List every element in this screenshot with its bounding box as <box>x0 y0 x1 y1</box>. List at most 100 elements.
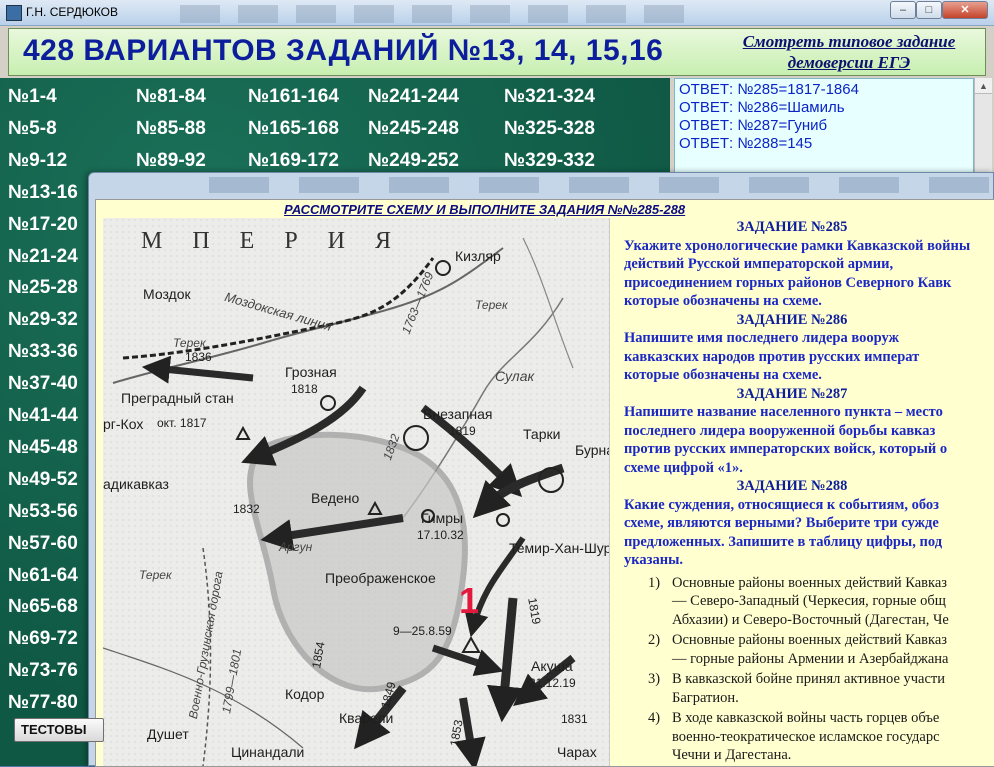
map-label-year-1836: 1836 <box>185 350 212 364</box>
variant-link[interactable]: №17-20 <box>8 214 78 236</box>
map-label-year-1819a: 1819 <box>449 424 476 438</box>
answer-option-line: Основные районы военных действий Кавказ 2… <box>648 632 947 648</box>
task-287-line: последнего лидера вооруженной борьбы кав… <box>624 422 936 439</box>
task-288-line: предложенных. Запишите в таблицу цифры, … <box>624 533 943 550</box>
map-label-okt1817: окт. 1817 <box>157 416 207 430</box>
answer-option-line: Чечни и Дагестана. <box>672 747 792 763</box>
map-label-temir: Темир-Хан-Шура <box>509 540 610 556</box>
map-label-argun: Аргун <box>279 540 313 554</box>
variant-link[interactable]: №49-52 <box>8 469 78 491</box>
answer-option-line: В ходе кавказской войны часть горцев объ… <box>648 710 940 726</box>
variant-link[interactable]: №57-60 <box>8 533 78 555</box>
scroll-up-arrow-icon[interactable]: ▲ <box>975 78 992 94</box>
background-toolbar-ghost <box>180 5 700 23</box>
map-label-vladikavkaz: адикавказ <box>103 476 169 492</box>
map-label-charakh: Чарах <box>557 744 597 760</box>
window-titlebar[interactable]: Г.Н. СЕРДЮКОВ – □ ✕ <box>0 0 994 26</box>
map-label-burnaya: Бурная <box>575 442 609 458</box>
map-label-terek-b: Терек <box>173 336 206 350</box>
section-heading: РАССМОТРИТЕ СХЕМУ И ВЫПОЛНИТЕ ЗАДАНИЯ №№… <box>284 202 686 217</box>
variant-link[interactable]: №33-36 <box>8 341 78 363</box>
answer-option-line: В кавказской бойне принял активное участ… <box>648 671 946 687</box>
map-label-preobrazh: Преображенское <box>325 570 436 586</box>
app-icon <box>6 5 22 21</box>
variant-link[interactable]: №73-76 <box>8 660 78 682</box>
variant-link[interactable]: №245-248 <box>368 118 459 140</box>
variant-link[interactable]: №81-84 <box>136 86 206 108</box>
variant-link[interactable]: №25-28 <box>8 277 78 299</box>
map-label-kodor: Кодор <box>285 686 325 702</box>
map-label-date-gunib: 9—25.8.59 <box>393 624 452 638</box>
variant-link[interactable]: №329-332 <box>504 150 595 172</box>
variant-link[interactable]: №61-64 <box>8 565 78 587</box>
map-label-pregradny: Преградный стан <box>121 390 234 406</box>
page-title: 428 ВАРИАНТОВ ЗАДАНИЙ №13, 14, 15,16 <box>23 34 664 67</box>
map-label-imperia: М П Е Р И Я <box>141 228 404 254</box>
maximize-icon[interactable]: □ <box>916 1 942 19</box>
answer-option-line: — горные районы Армении и Азербайджана <box>672 650 949 667</box>
variant-link[interactable]: №165-168 <box>248 118 339 140</box>
map-label-year-1832b: 1832 <box>233 502 260 516</box>
map-label-terek-c: Терек <box>139 568 172 582</box>
variant-link[interactable]: №249-252 <box>368 150 459 172</box>
variant-link[interactable]: №241-244 <box>368 86 459 108</box>
task-286-line: кавказских народов против русских импера… <box>624 348 920 365</box>
variant-link[interactable]: №325-328 <box>504 118 595 140</box>
answer-option-line: — Северо-Западный (Черкесия, горные общ <box>672 593 946 609</box>
variant-link[interactable]: №69-72 <box>8 628 78 650</box>
task-286-title: ЗАДАНИЕ №286 <box>736 311 848 328</box>
variant-link[interactable]: №53-56 <box>8 501 78 523</box>
map-label-groznaya: Грозная <box>285 364 337 380</box>
variant-link[interactable]: №65-68 <box>8 596 78 618</box>
answer-option-number: 3) <box>648 671 661 687</box>
answers-scrollbar[interactable]: ▲ <box>974 78 992 174</box>
variant-link[interactable]: №21-24 <box>8 246 78 268</box>
map-label-tsinandali: Цинандали <box>231 744 305 760</box>
variant-link[interactable]: №161-164 <box>248 86 339 108</box>
map-label-sulak: Сулак <box>495 368 535 384</box>
answer-option-line: Основные районы военных действий Кавказ 1… <box>648 574 947 591</box>
task-287-line: схеме цифрой «1». <box>624 459 743 476</box>
answer-option-number: 4) <box>648 710 661 726</box>
answer-286: ОТВЕТ: №286=Шамиль <box>679 99 845 116</box>
demo-task-link[interactable]: Смотреть типовое задание демоверсии ЕГЭ <box>699 31 994 73</box>
tasks-text: ЗАДАНИЕ №285 Укажите хронологические рамк… <box>624 218 994 766</box>
task-285-title: ЗАДАНИЕ №285 <box>736 219 848 235</box>
map-label-kokh: рг-Кох <box>103 416 144 432</box>
map-label-vedeno: Ведено <box>311 490 360 506</box>
variant-link[interactable]: №13-16 <box>8 182 78 204</box>
task-285-line: присоединением горных районов Северного … <box>624 274 952 291</box>
variant-link[interactable]: №29-32 <box>8 309 78 331</box>
variant-link[interactable]: №5-8 <box>8 118 57 140</box>
main-window: Г.Н. СЕРДЮКОВ – □ ✕ 428 ВАРИАНТОВ ЗАДАНИ… <box>0 0 994 767</box>
tests-button[interactable]: ТЕСТОВЫ <box>14 718 104 742</box>
variant-link[interactable]: №77-80 <box>8 692 78 714</box>
map-label-kizlyar: Кизляр <box>455 248 501 264</box>
variant-link[interactable]: №321-324 <box>504 86 595 108</box>
map-marker-1: 1 <box>459 580 480 621</box>
task-286-line: которые обозначены на схеме. <box>624 367 822 383</box>
variant-link[interactable]: №45-48 <box>8 437 78 459</box>
answer-285: ОТВЕТ: №285=1817-1864 <box>679 81 859 98</box>
task-285-line: Укажите хронологические рамки Кавказской… <box>624 237 971 254</box>
variant-link[interactable]: №89-92 <box>136 150 206 172</box>
task-287-line: против русских императорских войск, кото… <box>624 441 948 457</box>
variant-link[interactable]: №9-12 <box>8 150 67 172</box>
minimize-icon[interactable]: – <box>890 1 916 19</box>
answer-option-line: Багратион. <box>672 689 739 706</box>
map-label-year-1818: 1818 <box>291 382 318 396</box>
variant-link[interactable]: №41-44 <box>8 405 78 427</box>
variant-link[interactable]: №1-4 <box>8 86 57 108</box>
task-288-line: схеме, являются верными? Выберите три су… <box>624 515 939 531</box>
answer-option-number: 2) <box>648 632 661 648</box>
task-285-line: действий Русской императорской армии, <box>624 256 894 272</box>
close-icon[interactable]: ✕ <box>942 1 988 19</box>
answer-option-line: Абхазии) и Северо-Восточный (Дагестан, Ч… <box>672 611 949 628</box>
variant-link[interactable]: №169-172 <box>248 150 339 172</box>
variant-link[interactable]: №85-88 <box>136 118 206 140</box>
map-label-akusha-date: 21.12.19 <box>529 676 576 690</box>
variant-link[interactable]: №37-40 <box>8 373 78 395</box>
answers-panel: ОТВЕТ: №285=1817-1864 ОТВЕТ: №286=Шамиль… <box>674 78 974 174</box>
task-288-line: указаны. <box>624 552 684 568</box>
map-label-terek-a: Терек <box>475 298 508 312</box>
